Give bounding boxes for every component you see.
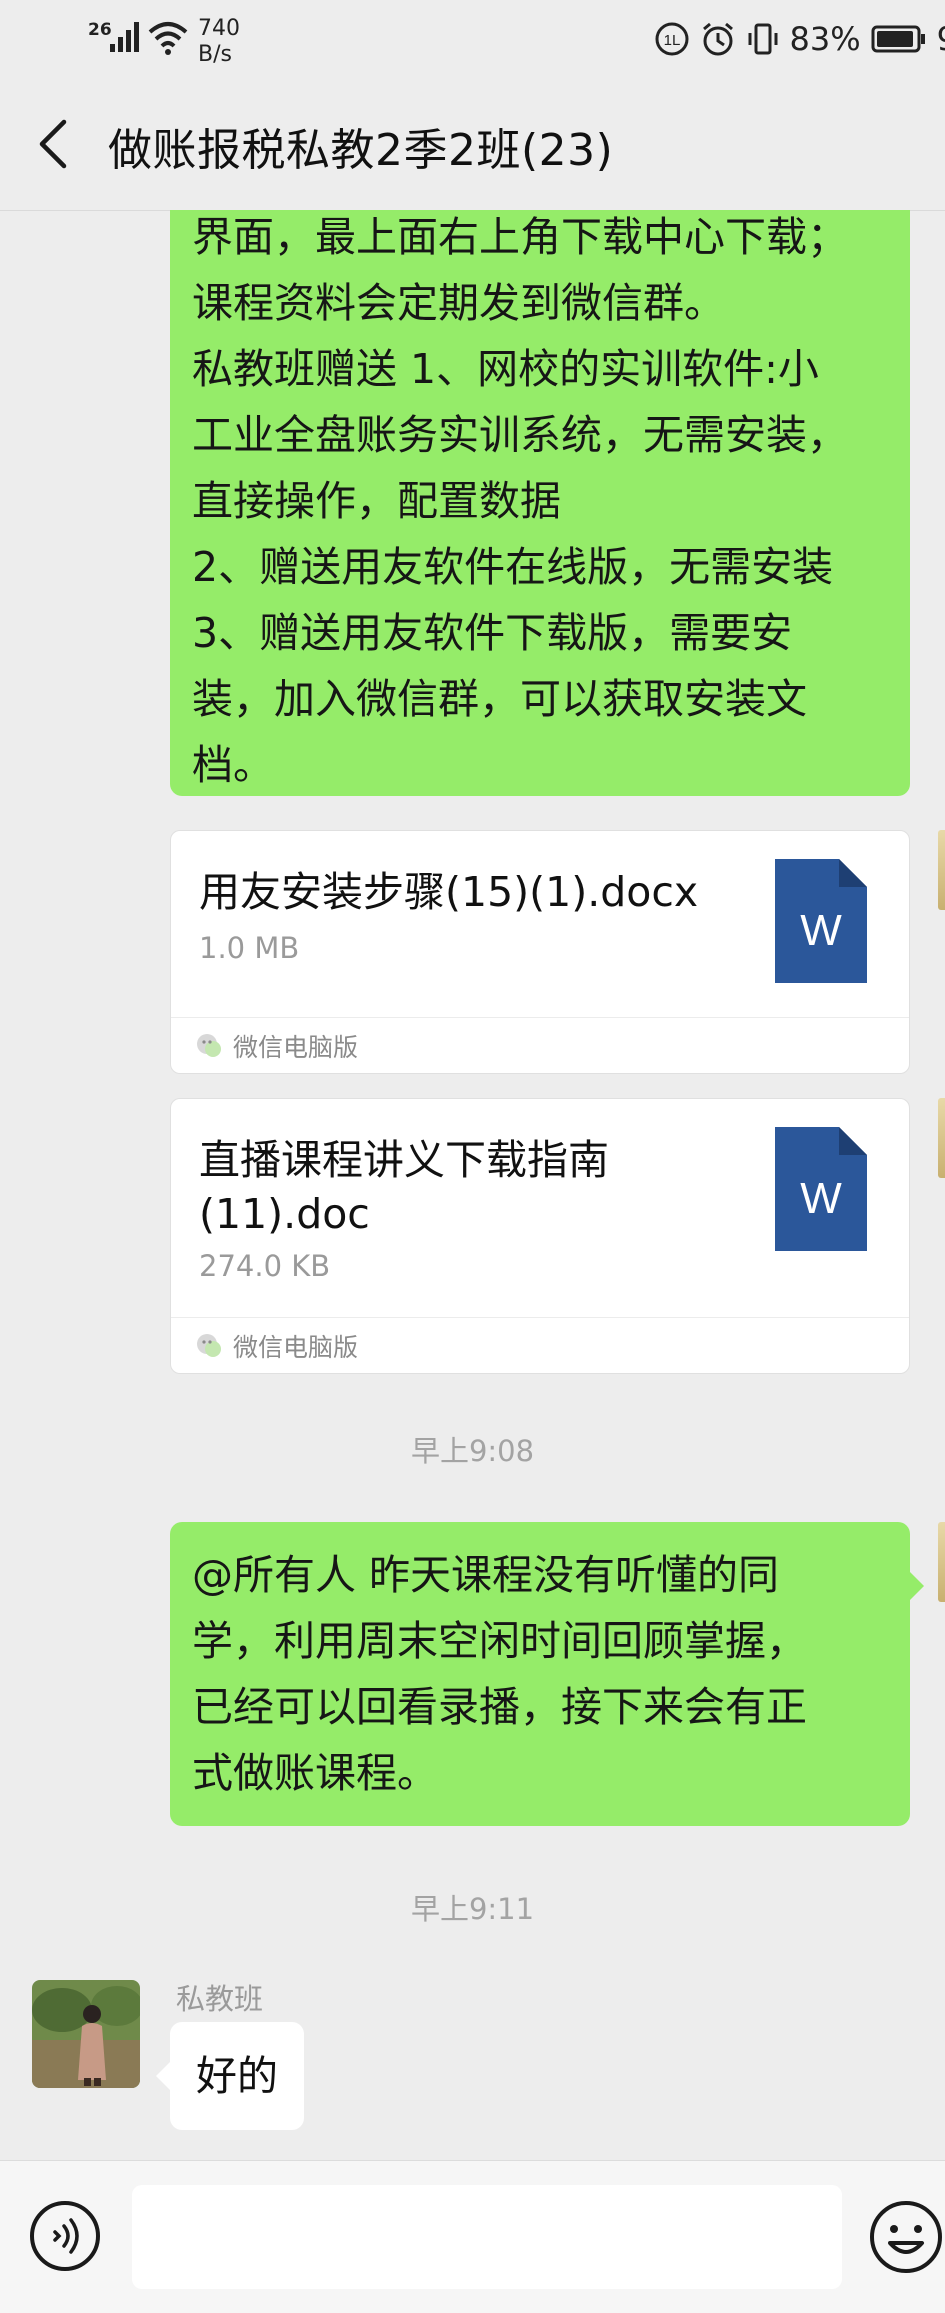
file-source-footer: 微信电脑版	[171, 1017, 909, 1073]
my-avatar-edge[interactable]	[938, 1098, 945, 1178]
message-line: 工业全盘账务实训系统，无需安装，	[192, 411, 848, 459]
notice-bubble[interactable]: @所有人 昨天课程没有听懂的同 学，利用周末空闲时间回顾掌握， 已经可以回看录播…	[170, 1522, 910, 1826]
my-avatar-edge[interactable]	[938, 1522, 945, 1602]
message-list[interactable]: 界面，最上面右上角下载中心下载； 课程资料会定期发到微信群。 私教班赠送 1、网…	[0, 210, 945, 2160]
word-document-icon: W	[775, 859, 867, 983]
svg-text:W: W	[800, 1174, 842, 1223]
svg-text:W: W	[800, 906, 842, 955]
signal-icon	[110, 22, 139, 52]
word-document-icon: W	[775, 1127, 867, 1251]
message-line: 3、赠送用友软件下载版，需要安	[192, 609, 793, 657]
data-saver-icon: 1L	[655, 22, 689, 56]
message-line: 式做账课程。	[192, 1749, 438, 1797]
file-source-label: 微信电脑版	[233, 1033, 359, 1062]
file-name: 直播课程讲义下载指南(11).doc	[199, 1136, 609, 1238]
message-line: 档。	[192, 741, 274, 789]
network-speed: 740 B/s	[198, 16, 240, 67]
bubble-tail	[156, 2062, 170, 2090]
clock-partial: 9	[937, 20, 945, 58]
sender-name: 私教班	[176, 1982, 264, 2016]
file-name: 用友安装步骤(15)(1).docx	[199, 868, 699, 916]
message-line: 课程资料会定期发到微信群。	[192, 279, 725, 327]
chat-title: 做账报税私教2季2班(23)	[108, 125, 614, 176]
battery-icon	[871, 25, 925, 53]
bubble-tail	[910, 1572, 924, 1600]
message-line: 已经可以回看录播，接下来会有正	[192, 1683, 807, 1731]
file-size: 1.0 MB	[199, 931, 300, 965]
message-line: @所有人 昨天课程没有听懂的同	[192, 1551, 780, 1599]
svg-text:1L: 1L	[663, 32, 680, 49]
message-line: 学，利用周末空闲时间回顾掌握，	[192, 1617, 807, 1665]
file-source-footer: 微信电脑版	[171, 1317, 909, 1373]
back-arrow-icon[interactable]	[30, 116, 78, 172]
avatar[interactable]	[32, 1980, 140, 2088]
chat-header: 做账报税私教2季2班(23)	[0, 78, 945, 211]
reply-bubble[interactable]: 好的	[170, 2022, 304, 2130]
timestamp: 早上9:08	[410, 1434, 535, 1468]
vibrate-icon	[748, 23, 778, 55]
wechat-pc-icon	[197, 1334, 221, 1357]
wifi-icon	[148, 22, 188, 55]
status-bar: 26 740 B/s 1L 83%	[0, 0, 945, 78]
file-message-card[interactable]: 用友安装步骤(15)(1).docx 1.0 MB W 微信电脑版	[170, 830, 910, 1074]
message-line: 私教班赠送 1、网校的实训软件:小	[192, 345, 819, 393]
timestamp: 早上9:11	[410, 1892, 535, 1926]
message-line: 直接操作，配置数据	[192, 477, 561, 525]
input-bar	[0, 2160, 945, 2313]
message-line: 2、赠送用友软件在线版，无需安装	[192, 543, 834, 591]
voice-input-icon[interactable]	[28, 2199, 102, 2273]
avatar-photo	[32, 1980, 140, 2088]
message-line: 装，加入微信群，可以获取安装文	[192, 675, 807, 723]
battery-percent: 83%	[789, 20, 861, 58]
file-message-card[interactable]: 直播课程讲义下载指南(11).doc 274.0 KB W 微信电脑版	[170, 1098, 910, 1374]
wechat-pc-icon	[197, 1034, 221, 1057]
file-size: 274.0 KB	[199, 1249, 331, 1283]
file-source-label: 微信电脑版	[233, 1333, 359, 1362]
status-right: 1L 83% 9	[654, 16, 945, 62]
alarm-icon	[702, 22, 733, 56]
emoji-icon[interactable]	[868, 2199, 945, 2276]
message-input[interactable]	[132, 2185, 842, 2289]
message-line: 界面，最上面右上角下载中心下载；	[192, 213, 848, 261]
announcement-bubble[interactable]: 界面，最上面右上角下载中心下载； 课程资料会定期发到微信群。 私教班赠送 1、网…	[170, 210, 910, 796]
my-avatar-edge[interactable]	[938, 830, 945, 910]
